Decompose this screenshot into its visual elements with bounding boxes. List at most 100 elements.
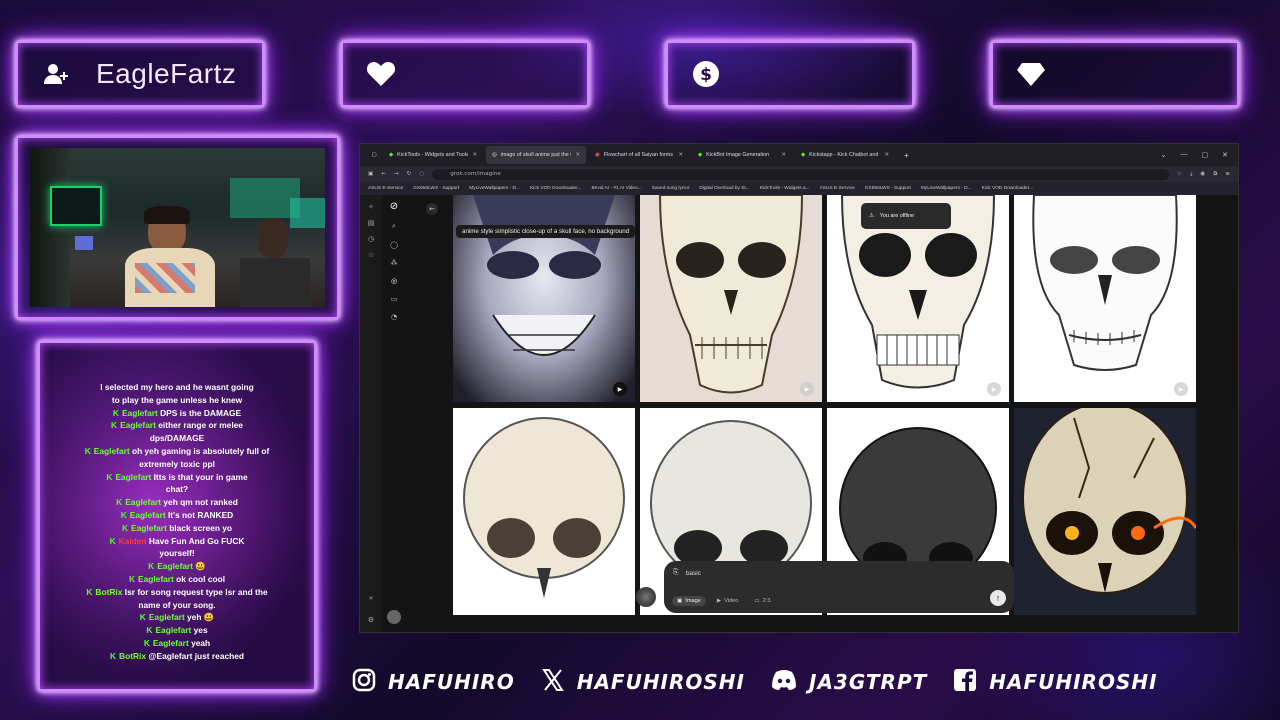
- play-icon[interactable]: ▶: [1174, 382, 1188, 396]
- bookmark-item[interactable]: ASUS E-Service: [368, 186, 403, 191]
- bookmark-item[interactable]: MyLiveWallpapers - D...: [469, 186, 520, 191]
- forward-button[interactable]: →: [394, 171, 399, 177]
- browser-tab[interactable]: ◆ KickTools - Widgets and Tools f ✕: [383, 146, 483, 164]
- aspect-ratio-icon: ▭: [754, 598, 760, 604]
- prompt-option[interactable]: ▣ Image: [672, 596, 706, 606]
- chat-text: yeh qm not ranked: [163, 497, 238, 508]
- close-tab-icon[interactable]: ✕: [678, 152, 683, 158]
- download-icon[interactable]: ⤓: [1190, 171, 1192, 178]
- sidebar-settings-icon[interactable]: ⚙: [368, 616, 374, 624]
- instagram-icon: [352, 668, 376, 696]
- social-link[interactable]: HAFUHIRO: [352, 668, 515, 696]
- bookmark-item[interactable]: KickTools - Widgets a...: [760, 186, 810, 191]
- grok-voice-icon[interactable]: ⁂: [391, 259, 398, 267]
- close-window-button[interactable]: ✕: [1222, 151, 1228, 159]
- grok-chat-icon[interactable]: ◯: [390, 241, 398, 249]
- chat-message: chat?: [40, 483, 314, 496]
- browser-tab[interactable]: ◉ Flowchart of all Saiyan forms (u ✕: [589, 146, 689, 164]
- kick-badge-icon: K: [148, 561, 155, 572]
- profile-icon[interactable]: ◉: [1200, 171, 1205, 177]
- kick-badge-icon: K: [109, 535, 116, 546]
- new-tab-button[interactable]: +: [898, 151, 915, 160]
- diamond-icon: [1015, 58, 1047, 90]
- bookmark-item[interactable]: Kick VOD Downloader...: [982, 186, 1033, 191]
- prompt-option[interactable]: ▶ Video: [712, 596, 744, 606]
- chat-username: Eaglefart: [157, 561, 194, 572]
- grok-logo-icon[interactable]: ⊘: [390, 201, 398, 212]
- generated-image[interactable]: [1014, 408, 1196, 615]
- chat-message: K Eaglefart yes: [40, 624, 314, 637]
- chat-username: Eaglefart: [125, 497, 162, 508]
- close-tab-icon[interactable]: ✕: [781, 152, 786, 158]
- grok-imagine-icon[interactable]: ◎: [391, 277, 397, 285]
- sidebar-expand-icon[interactable]: »: [369, 594, 373, 602]
- browser-sidebar: ✧ ▤ ◷ ☆ » ⚙: [360, 195, 382, 632]
- prompt-option-label: 2:3: [762, 598, 771, 604]
- play-icon[interactable]: ▶: [800, 382, 814, 396]
- shield-icon[interactable]: ◌: [419, 171, 424, 177]
- reload-button[interactable]: ↻: [407, 171, 412, 177]
- attach-icon[interactable]: ⎘: [673, 569, 679, 577]
- generated-image[interactable]: ▶: [1014, 195, 1196, 402]
- bookmark-item[interactable]: MyLiveWallpapers - D...: [921, 186, 972, 191]
- bookmark-star-icon[interactable]: ☆: [1177, 171, 1182, 177]
- chat-text: ok cool cool: [176, 573, 226, 584]
- back-arrow-button[interactable]: ←: [426, 203, 438, 215]
- generated-image[interactable]: ▶: [640, 195, 822, 402]
- bookmark-item[interactable]: GX550LWS - Support: [865, 186, 911, 191]
- svg-text:$: $: [700, 65, 712, 85]
- play-icon[interactable]: ▶: [613, 382, 627, 396]
- browser-tab[interactable]: ◆ Kickstapp - Kick Chatbot and ✕: [795, 146, 895, 164]
- kick-badge-icon: K: [128, 573, 135, 584]
- sidebar-notes-icon[interactable]: ▤: [368, 219, 375, 227]
- bookmarks-bar: ASUS E-Service GX550LWS - Support MyLiveWa…: [360, 182, 1238, 195]
- grok-history-icon[interactable]: ◔: [391, 313, 397, 321]
- address-bar[interactable]: grok.com/imagine: [432, 168, 1169, 180]
- close-tab-icon[interactable]: ✕: [472, 152, 477, 158]
- sidebar-bookmarks-icon[interactable]: ☆: [368, 251, 374, 259]
- bookmark-item[interactable]: Digital Overload by St...: [699, 186, 749, 191]
- bookmark-item[interactable]: Saved song lyrics: [652, 186, 690, 191]
- back-button[interactable]: ←: [381, 171, 386, 177]
- chat-text: yeah: [191, 637, 211, 648]
- maximize-button[interactable]: ▢: [1202, 151, 1209, 159]
- social-link[interactable]: HAFUHIROSHI: [541, 668, 745, 696]
- extensions-icon[interactable]: ⧉: [1213, 171, 1217, 178]
- menu-icon[interactable]: ≡: [1225, 171, 1230, 177]
- submit-button[interactable]: ↑: [990, 590, 1006, 606]
- play-icon[interactable]: ▶: [987, 382, 1001, 396]
- generated-image[interactable]: [453, 408, 635, 615]
- browser-tab[interactable]: ◎ image of skull anime just the fa ✕: [486, 146, 586, 164]
- chat-message: K Eaglefart oh yeh gaming is absolutely f…: [40, 445, 314, 458]
- chat-messages: I selected my hero and he wasnt going to …: [40, 381, 314, 663]
- chat-username: Eaglefart: [129, 509, 166, 520]
- chat-text: oh yeh gaming is absolutely full of: [131, 445, 270, 456]
- browser-tab[interactable]: ◆ KickBot Image Generation ✕: [692, 146, 792, 164]
- bookmark-item[interactable]: GX550LWS - Support: [413, 186, 459, 191]
- sidebar-ai-icon[interactable]: ✧: [368, 203, 374, 211]
- tab-overview-icon[interactable]: ▢: [368, 152, 380, 158]
- grok-projects-icon[interactable]: ▭: [391, 295, 398, 303]
- prompt-option[interactable]: ▭ 2:3: [749, 596, 775, 606]
- grok-search-icon[interactable]: ⌕: [392, 222, 396, 231]
- bookmark-item[interactable]: Kick VOD Downloader...: [530, 186, 581, 191]
- chat-username: Eaglefart: [121, 407, 158, 418]
- social-link[interactable]: HAFUHIROSHI: [953, 668, 1157, 696]
- bookmark-item[interactable]: ASUS E-Service: [820, 186, 855, 191]
- sidebar-toggle-icon[interactable]: ▣: [368, 171, 373, 177]
- sidebar-history-icon[interactable]: ◷: [368, 235, 374, 243]
- chat-text: black screen yo: [169, 522, 233, 533]
- prompt-input[interactable]: basic: [686, 570, 701, 577]
- minimize-button[interactable]: —: [1181, 151, 1188, 159]
- bookmark-item[interactable]: Bevid AI - #1 AI Video...: [591, 186, 641, 191]
- close-tab-icon[interactable]: ✕: [575, 152, 580, 158]
- favicon-icon: ◆: [389, 152, 394, 158]
- tab-list-icon[interactable]: ⌄: [1161, 151, 1167, 159]
- user-avatar[interactable]: [636, 587, 656, 607]
- close-tab-icon[interactable]: ✕: [884, 152, 889, 158]
- social-link[interactable]: JA3GTRPT: [771, 669, 927, 695]
- chat-text: lsr for song request type lsr and the: [124, 586, 268, 597]
- kick-badge-icon: K: [106, 471, 113, 482]
- user-avatar[interactable]: [387, 610, 401, 624]
- stream-overlay: EagleFartz $ I selected my hero and he w…: [0, 0, 1280, 720]
